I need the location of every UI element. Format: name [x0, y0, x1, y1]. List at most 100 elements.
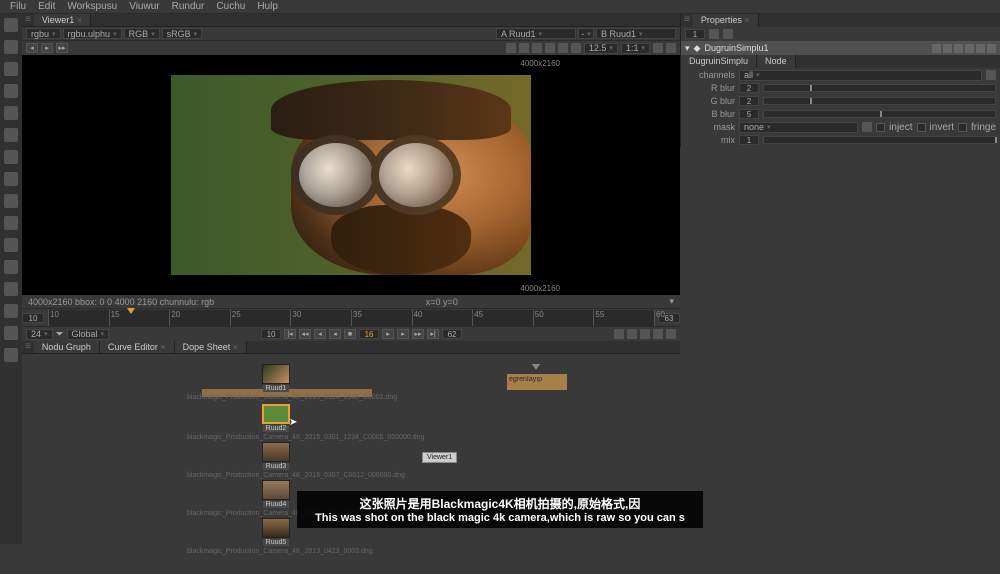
pause-icon[interactable]	[571, 43, 581, 53]
lock-icon[interactable]	[723, 29, 733, 39]
current-frame[interactable]: 16	[359, 329, 379, 339]
stop-icon[interactable]: ■	[344, 329, 356, 339]
panel-grip-icon[interactable]: ≡	[22, 14, 34, 26]
next-key-icon[interactable]: ▸	[397, 329, 409, 339]
wipe-mode[interactable]: -	[578, 28, 594, 39]
mask-dropdown[interactable]: none	[739, 122, 858, 133]
layer-dropdown[interactable]: rgbu	[26, 28, 61, 39]
tool-icon[interactable]	[4, 216, 18, 230]
range-start[interactable]: 10	[22, 313, 44, 323]
menu-render[interactable]: Rundur	[166, 1, 211, 12]
rblur-slider[interactable]	[763, 84, 996, 92]
channels-dropdown[interactable]: all	[739, 70, 982, 81]
prev-frame-icon[interactable]: ◂	[26, 43, 38, 53]
mask-swatch-icon[interactable]	[862, 122, 872, 132]
menu-workspace[interactable]: Workspusu	[61, 1, 123, 12]
ratio-dropdown[interactable]: 1:1	[621, 43, 650, 54]
undo-icon[interactable]	[954, 44, 963, 53]
tab-nodegraph[interactable]: Nodu Gruph	[34, 341, 100, 353]
collapse-icon[interactable]: ▾	[685, 43, 690, 54]
settings-icon[interactable]	[666, 329, 676, 339]
download-icon[interactable]	[653, 329, 663, 339]
tool-icon[interactable]	[4, 150, 18, 164]
play-icon[interactable]: ▸	[41, 43, 53, 53]
clip-icon[interactable]	[558, 43, 568, 53]
timeline[interactable]: 10 10 15 20 25 30 35 40 45 50 55 60 63	[22, 309, 680, 327]
tool-icon[interactable]	[4, 172, 18, 186]
timeline-ruler[interactable]: 10 15 20 25 30 35 40 45 50 55 60	[48, 310, 654, 326]
in-frame[interactable]: 10	[261, 329, 281, 339]
read-node-2[interactable]: Ruud2	[262, 404, 290, 432]
tool-icon[interactable]	[4, 282, 18, 296]
fps-lock-icon[interactable]: ⏷	[56, 329, 64, 340]
tool-icon[interactable]	[4, 194, 18, 208]
menu-help[interactable]: Hulp	[251, 1, 284, 12]
mix-input[interactable]: 1	[739, 135, 759, 145]
tool-icon[interactable]	[4, 128, 18, 142]
gblur-input[interactable]: 2	[739, 96, 759, 106]
goto-end-icon[interactable]: ▸|	[427, 329, 439, 339]
close-icon[interactable]	[987, 44, 996, 53]
tool-icon[interactable]	[4, 84, 18, 98]
read-node-4[interactable]: Ruud4	[262, 480, 290, 508]
mask-icon[interactable]	[545, 43, 555, 53]
read-node-5[interactable]: Ruud5	[262, 518, 290, 546]
alpha-dropdown[interactable]: rgbu.ulphu	[63, 28, 122, 39]
zoom-dropdown[interactable]: 12.5	[584, 43, 618, 54]
channel-swatch-icon[interactable]	[986, 70, 996, 80]
fps-dropdown[interactable]: 24	[26, 329, 53, 340]
tab-curveeditor[interactable]: Curve Editor	[100, 341, 175, 353]
step-back-icon[interactable]: ◂◂	[299, 329, 311, 339]
b-input-dropdown[interactable]: B Ruud1	[596, 28, 676, 39]
tool-icon[interactable]	[4, 238, 18, 252]
redo-icon[interactable]	[965, 44, 974, 53]
bblur-slider[interactable]	[763, 110, 996, 118]
gblur-slider[interactable]	[763, 97, 996, 105]
menu-edit[interactable]: Edit	[32, 1, 61, 12]
node-graph[interactable]: egrenIayıp Ruud1 blackmagic_Production_C…	[22, 354, 680, 574]
tool-icon[interactable]	[4, 304, 18, 318]
roi-icon[interactable]	[506, 43, 516, 53]
proxy-icon[interactable]	[519, 43, 529, 53]
panel-grip-icon[interactable]: ≡	[22, 341, 34, 353]
tab-node[interactable]: Node	[757, 55, 796, 68]
tool-icon[interactable]	[4, 106, 18, 120]
next-frame-icon[interactable]: ▸▸	[56, 43, 68, 53]
tool-icon[interactable]	[4, 348, 18, 362]
fringe-checkbox[interactable]	[958, 123, 967, 132]
tool-icon[interactable]	[4, 18, 18, 32]
node-header[interactable]: ▾ ◆ DugruinSimplu1	[681, 41, 1000, 55]
tool-icon[interactable]	[4, 40, 18, 54]
tab-viewer1[interactable]: Viewer1	[34, 14, 91, 26]
viewport[interactable]: 4000x2160 4000x2160	[22, 55, 680, 295]
backdrop-node[interactable]: egrenIayıp	[507, 374, 567, 390]
tool-icon[interactable]	[4, 260, 18, 274]
panel-grip-icon[interactable]: ≡	[681, 14, 693, 27]
mix-slider[interactable]	[763, 136, 996, 144]
play-fwd-icon[interactable]: ▸	[382, 329, 394, 339]
revert-icon[interactable]	[943, 44, 952, 53]
bounce-icon[interactable]	[627, 329, 637, 339]
grid-icon[interactable]	[532, 43, 542, 53]
rgb-dropdown[interactable]: RGB	[124, 28, 160, 39]
viewer-node[interactable]: Viewer1	[422, 452, 457, 463]
prev-key-icon[interactable]: ◂	[314, 329, 326, 339]
menu-cache[interactable]: Cuchu	[210, 1, 251, 12]
help-icon[interactable]	[976, 44, 985, 53]
refresh-icon[interactable]	[653, 43, 663, 53]
inject-checkbox[interactable]	[876, 123, 885, 132]
play-back-icon[interactable]: ◂	[329, 329, 341, 339]
rblur-input[interactable]: 2	[739, 83, 759, 93]
playhead-icon[interactable]	[127, 308, 135, 314]
out-frame[interactable]: 62	[442, 329, 462, 339]
tab-properties[interactable]: Properties	[693, 14, 759, 27]
tab-dopesheet[interactable]: Dope Sheet	[175, 341, 247, 353]
goto-start-icon[interactable]: |◂	[284, 329, 296, 339]
a-input-dropdown[interactable]: A Ruud1	[496, 28, 576, 39]
loop-icon[interactable]	[614, 329, 624, 339]
tool-icon[interactable]	[4, 326, 18, 340]
tab-degrain[interactable]: DugruinSimplu	[681, 55, 757, 68]
tool-icon[interactable]	[4, 62, 18, 76]
lock-icon[interactable]	[640, 329, 650, 339]
read-node-1[interactable]: Ruud1	[262, 364, 290, 392]
